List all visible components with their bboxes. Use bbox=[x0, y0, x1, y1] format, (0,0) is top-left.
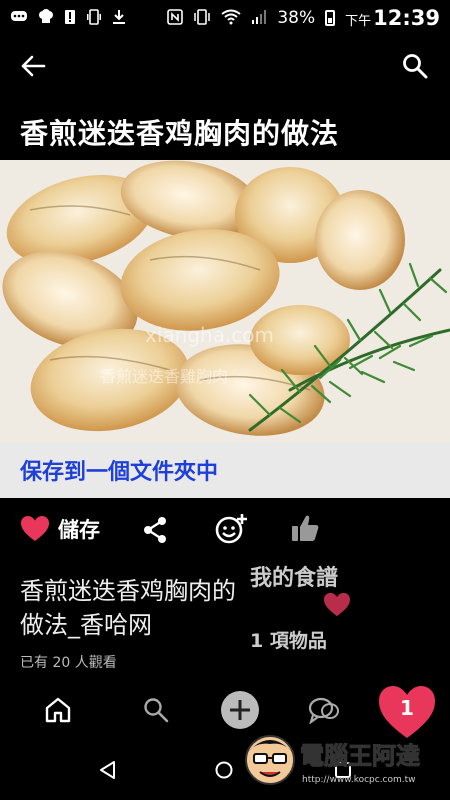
battery-icon bbox=[325, 10, 336, 26]
save-button-label: 儲存 bbox=[58, 518, 100, 542]
wifi-icon bbox=[221, 9, 241, 28]
watermark-brand: 電腦王阿達 bbox=[300, 742, 420, 770]
view-count: 已有 20 人觀看 bbox=[20, 655, 117, 671]
chicken-photo-illustration: xiangha.com 香煎迷迭香雞胸肉 bbox=[0, 160, 450, 442]
vibrate-mode-icon bbox=[193, 8, 211, 28]
share-icon[interactable] bbox=[142, 516, 168, 548]
status-bar: 38% 下午12:39 bbox=[0, 0, 450, 36]
alert-icon bbox=[64, 9, 76, 28]
image-watermark-text: 香煎迷迭香雞胸肉 bbox=[100, 367, 228, 386]
recipe-title: 香煎迷迭香鸡胸肉的做法 bbox=[20, 117, 340, 150]
home-icon[interactable] bbox=[44, 696, 72, 728]
signal-icon bbox=[251, 9, 267, 28]
recipe-photo[interactable]: xiangha.com 香煎迷迭香雞胸肉 bbox=[0, 160, 450, 442]
back-arrow-icon[interactable] bbox=[20, 54, 46, 82]
top-bar bbox=[0, 44, 450, 88]
messages-icon[interactable] bbox=[308, 696, 340, 728]
watermark-url: http://www.kocpc.com.tw bbox=[302, 775, 416, 785]
clock: 12:39 bbox=[373, 6, 440, 30]
search-nav-icon[interactable] bbox=[143, 697, 169, 727]
collection-heart-icon bbox=[322, 592, 352, 622]
image-watermark-url: xiangha.com bbox=[145, 323, 274, 347]
system-home-icon[interactable] bbox=[214, 760, 234, 784]
site-watermark: 電腦王阿達 http://www.kocpc.com.tw bbox=[240, 730, 446, 796]
save-to-folder-link[interactable]: 保存到一個文件夾中 bbox=[0, 442, 450, 498]
battery-percent: 38% bbox=[277, 8, 316, 28]
collection-count: 1 項物品 bbox=[250, 630, 327, 652]
nfc-icon bbox=[167, 8, 184, 28]
search-icon[interactable] bbox=[402, 53, 428, 83]
status-right-icons: 38% 下午12:39 bbox=[167, 6, 440, 30]
add-reaction-icon[interactable] bbox=[214, 512, 248, 550]
chat-notification-icon bbox=[10, 10, 28, 27]
chef-hat-icon bbox=[38, 8, 54, 28]
action-row: 儲存 bbox=[0, 510, 450, 550]
thumbs-up-icon[interactable] bbox=[290, 513, 320, 547]
watermark-mascot-logo: 電腦王阿達 http://www.kocpc.com.tw bbox=[245, 735, 421, 785]
status-left-icons bbox=[10, 8, 126, 28]
download-icon bbox=[112, 9, 126, 28]
create-plus-icon[interactable] bbox=[220, 690, 260, 734]
system-back-icon[interactable] bbox=[98, 760, 118, 784]
pin-description-title: 香煎迷迭香鸡胸肉的做法_香哈网 bbox=[20, 577, 236, 639]
collection-name: 我的食譜 bbox=[250, 566, 339, 591]
phone-vibrate-icon bbox=[86, 8, 102, 28]
heart-icon bbox=[21, 516, 49, 541]
saved-count: 1 bbox=[400, 696, 414, 720]
collection-card[interactable]: 我的食譜 1 項物品 bbox=[236, 550, 450, 668]
time-ampm: 下午 bbox=[345, 14, 372, 29]
save-button[interactable]: 儲存 bbox=[20, 514, 100, 544]
